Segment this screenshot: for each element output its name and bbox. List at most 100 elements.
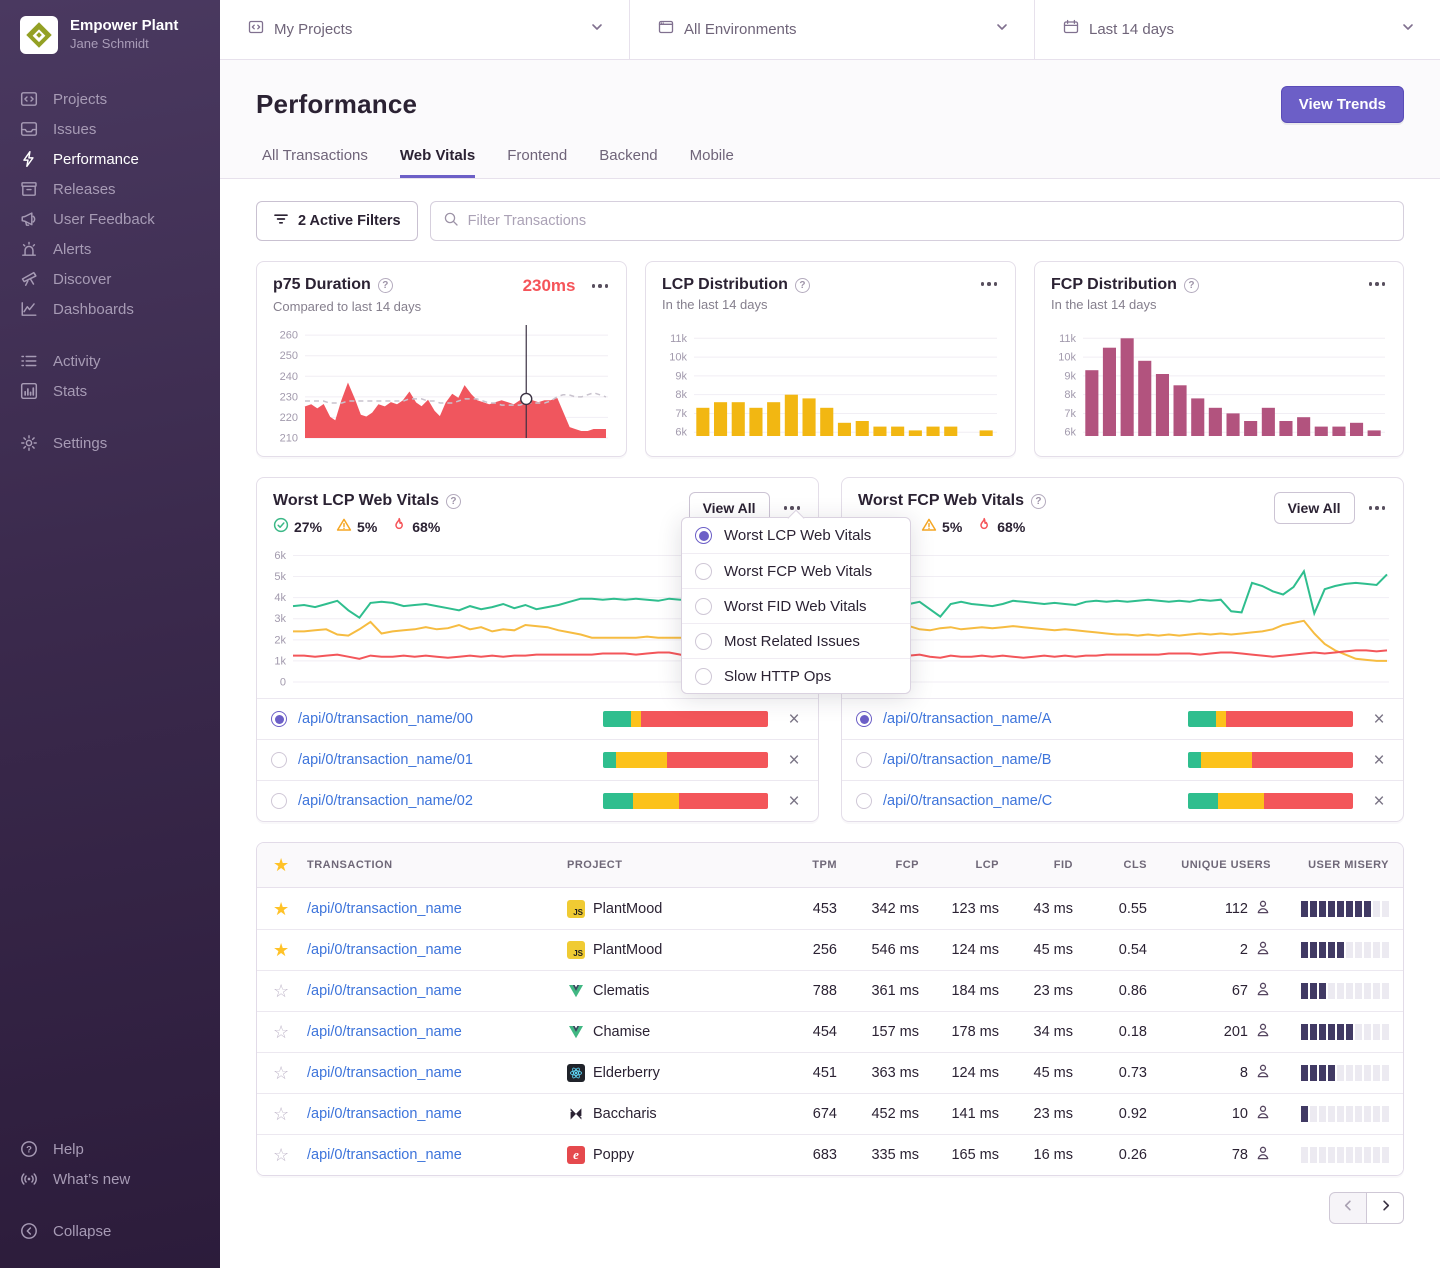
transaction-list-item: /api/0/transaction_name/02 × <box>257 780 818 821</box>
help-icon[interactable]: ? <box>1184 278 1199 293</box>
star-toggle[interactable]: ☆ <box>257 982 301 1000</box>
sidebar-item-help[interactable]: ?Help <box>0 1134 220 1164</box>
context-menu-button[interactable] <box>979 276 1000 292</box>
transaction-link[interactable]: /api/0/transaction_name <box>301 1106 561 1122</box>
remove-transaction-button[interactable]: × <box>1369 792 1389 811</box>
transaction-link[interactable]: /api/0/transaction_name <box>301 942 561 958</box>
view-all-button[interactable]: View All <box>1274 492 1355 524</box>
remove-transaction-button[interactable]: × <box>784 792 804 811</box>
project-cell[interactable]: Elderberry <box>561 1064 791 1082</box>
tab-backend[interactable]: Backend <box>599 147 657 178</box>
transaction-link[interactable]: /api/0/transaction_name <box>301 1147 561 1163</box>
column-header-cls: CLS <box>1091 859 1165 871</box>
project-selector[interactable]: My Projects <box>220 0 630 59</box>
tab-all-transactions[interactable]: All Transactions <box>262 147 368 178</box>
transaction-radio[interactable] <box>271 752 287 768</box>
transaction-radio[interactable] <box>856 752 872 768</box>
context-menu-button[interactable] <box>590 278 611 294</box>
transaction-link[interactable]: /api/0/transaction_name/C <box>883 793 1188 809</box>
project-cell[interactable]: ePoppy <box>561 1146 791 1164</box>
tab-frontend[interactable]: Frontend <box>507 147 567 178</box>
context-menu-button[interactable] <box>1367 500 1388 516</box>
search-input[interactable] <box>468 213 1391 229</box>
transaction-link[interactable]: /api/0/transaction_name <box>301 1024 561 1040</box>
sidebar-item-performance[interactable]: Performance <box>0 144 220 174</box>
card-subtitle: In the last 14 days <box>1051 297 1387 312</box>
user-feedback-icon <box>20 210 38 228</box>
menu-item-worst-lcp-web-vitals[interactable]: Worst LCP Web Vitals <box>682 518 910 553</box>
chevron-down-icon <box>589 19 605 40</box>
tab-web-vitals[interactable]: Web Vitals <box>400 147 475 178</box>
transaction-link[interactable]: /api/0/transaction_name/00 <box>298 711 603 727</box>
cls-value: 0.54 <box>1091 942 1165 958</box>
transaction-link[interactable]: /api/0/transaction_name/01 <box>298 752 603 768</box>
pagination <box>256 1192 1404 1224</box>
org-switcher[interactable]: Empower Plant Jane Schmidt <box>0 0 220 84</box>
search-icon <box>443 211 459 232</box>
star-toggle[interactable]: ☆ <box>257 1064 301 1082</box>
project-cell[interactable]: Chamise <box>561 1023 791 1041</box>
transaction-link[interactable]: /api/0/transaction_name <box>301 901 561 917</box>
transaction-radio[interactable] <box>271 793 287 809</box>
star-toggle[interactable]: ☆ <box>257 1146 301 1164</box>
help-icon[interactable]: ? <box>1031 494 1046 509</box>
remove-transaction-button[interactable]: × <box>784 710 804 729</box>
transaction-link[interactable]: /api/0/transaction_name/A <box>883 711 1188 727</box>
star-toggle[interactable]: ☆ <box>257 1105 301 1123</box>
star-toggle[interactable]: ☆ <box>257 1023 301 1041</box>
next-page-button[interactable] <box>1366 1192 1404 1224</box>
active-filters-button[interactable]: 2 Active Filters <box>256 201 418 241</box>
sidebar-item-discover[interactable]: Discover <box>0 264 220 294</box>
help-icon[interactable]: ? <box>378 278 393 293</box>
sidebar-item-stats[interactable]: Stats <box>0 376 220 406</box>
context-menu-button[interactable] <box>1367 276 1388 292</box>
worst-fcp-card: Worst FCP Web Vitals?27%5%68%View All6k5… <box>841 477 1404 822</box>
transaction-link[interactable]: /api/0/transaction_name/02 <box>298 793 603 809</box>
sidebar-item-collapse[interactable]: Collapse <box>0 1216 220 1246</box>
project-cell[interactable]: JSPlantMood <box>561 900 791 918</box>
sidebar-item-projects[interactable]: Projects <box>0 84 220 114</box>
transaction-link[interactable]: /api/0/transaction_name/B <box>883 752 1188 768</box>
menu-item-slow-http-ops[interactable]: Slow HTTP Ops <box>682 658 910 693</box>
environment-selector[interactable]: All Environments <box>630 0 1035 59</box>
transaction-radio[interactable] <box>856 793 872 809</box>
unique-users-cell: 112 <box>1165 899 1285 919</box>
remove-transaction-button[interactable]: × <box>1369 710 1389 729</box>
sidebar-item-settings[interactable]: Settings <box>0 428 220 458</box>
remove-transaction-button[interactable]: × <box>784 751 804 770</box>
transaction-link[interactable]: /api/0/transaction_name <box>301 983 561 999</box>
menu-item-most-related-issues[interactable]: Most Related Issues <box>682 623 910 658</box>
svg-text:4k: 4k <box>274 592 286 604</box>
user-misery-bar <box>1285 1106 1403 1122</box>
transaction-link[interactable]: /api/0/transaction_name <box>301 1065 561 1081</box>
sidebar-item-releases[interactable]: Releases <box>0 174 220 204</box>
previous-page-button[interactable] <box>1329 1192 1367 1224</box>
sidebar-item-label: User Feedback <box>53 211 155 228</box>
help-icon[interactable]: ? <box>795 278 810 293</box>
sidebar-item-alerts[interactable]: Alerts <box>0 234 220 264</box>
sidebar-item-dashboards[interactable]: Dashboards <box>0 294 220 324</box>
project-cell[interactable]: JSPlantMood <box>561 941 791 959</box>
star-toggle[interactable]: ★ <box>257 900 301 918</box>
sidebar-item-issues[interactable]: Issues <box>0 114 220 144</box>
view-trends-button[interactable]: View Trends <box>1281 86 1404 123</box>
sidebar-item-what-s-new[interactable]: What’s new <box>0 1164 220 1194</box>
sidebar-item-activity[interactable]: Activity <box>0 346 220 376</box>
menu-item-worst-fid-web-vitals[interactable]: Worst FID Web Vitals <box>682 588 910 623</box>
sidebar-item-label: Stats <box>53 383 87 400</box>
remove-transaction-button[interactable]: × <box>1369 751 1389 770</box>
star-column-header: ★ <box>257 856 301 874</box>
project-cell[interactable]: Baccharis <box>561 1105 791 1123</box>
star-toggle[interactable]: ★ <box>257 941 301 959</box>
help-icon[interactable]: ? <box>446 494 461 509</box>
tab-mobile[interactable]: Mobile <box>690 147 734 178</box>
column-header-tpm: TPM <box>791 859 855 871</box>
transaction-radio[interactable] <box>271 711 287 727</box>
menu-item-worst-fcp-web-vitals[interactable]: Worst FCP Web Vitals <box>682 553 910 588</box>
transaction-radio[interactable] <box>856 711 872 727</box>
daterange-selector[interactable]: Last 14 days <box>1035 0 1440 59</box>
project-cell[interactable]: Clematis <box>561 982 791 1000</box>
card-title: Worst LCP Web Vitals? <box>273 492 461 510</box>
sidebar-item-user-feedback[interactable]: User Feedback <box>0 204 220 234</box>
column-header-transaction: TRANSACTION <box>301 859 561 871</box>
